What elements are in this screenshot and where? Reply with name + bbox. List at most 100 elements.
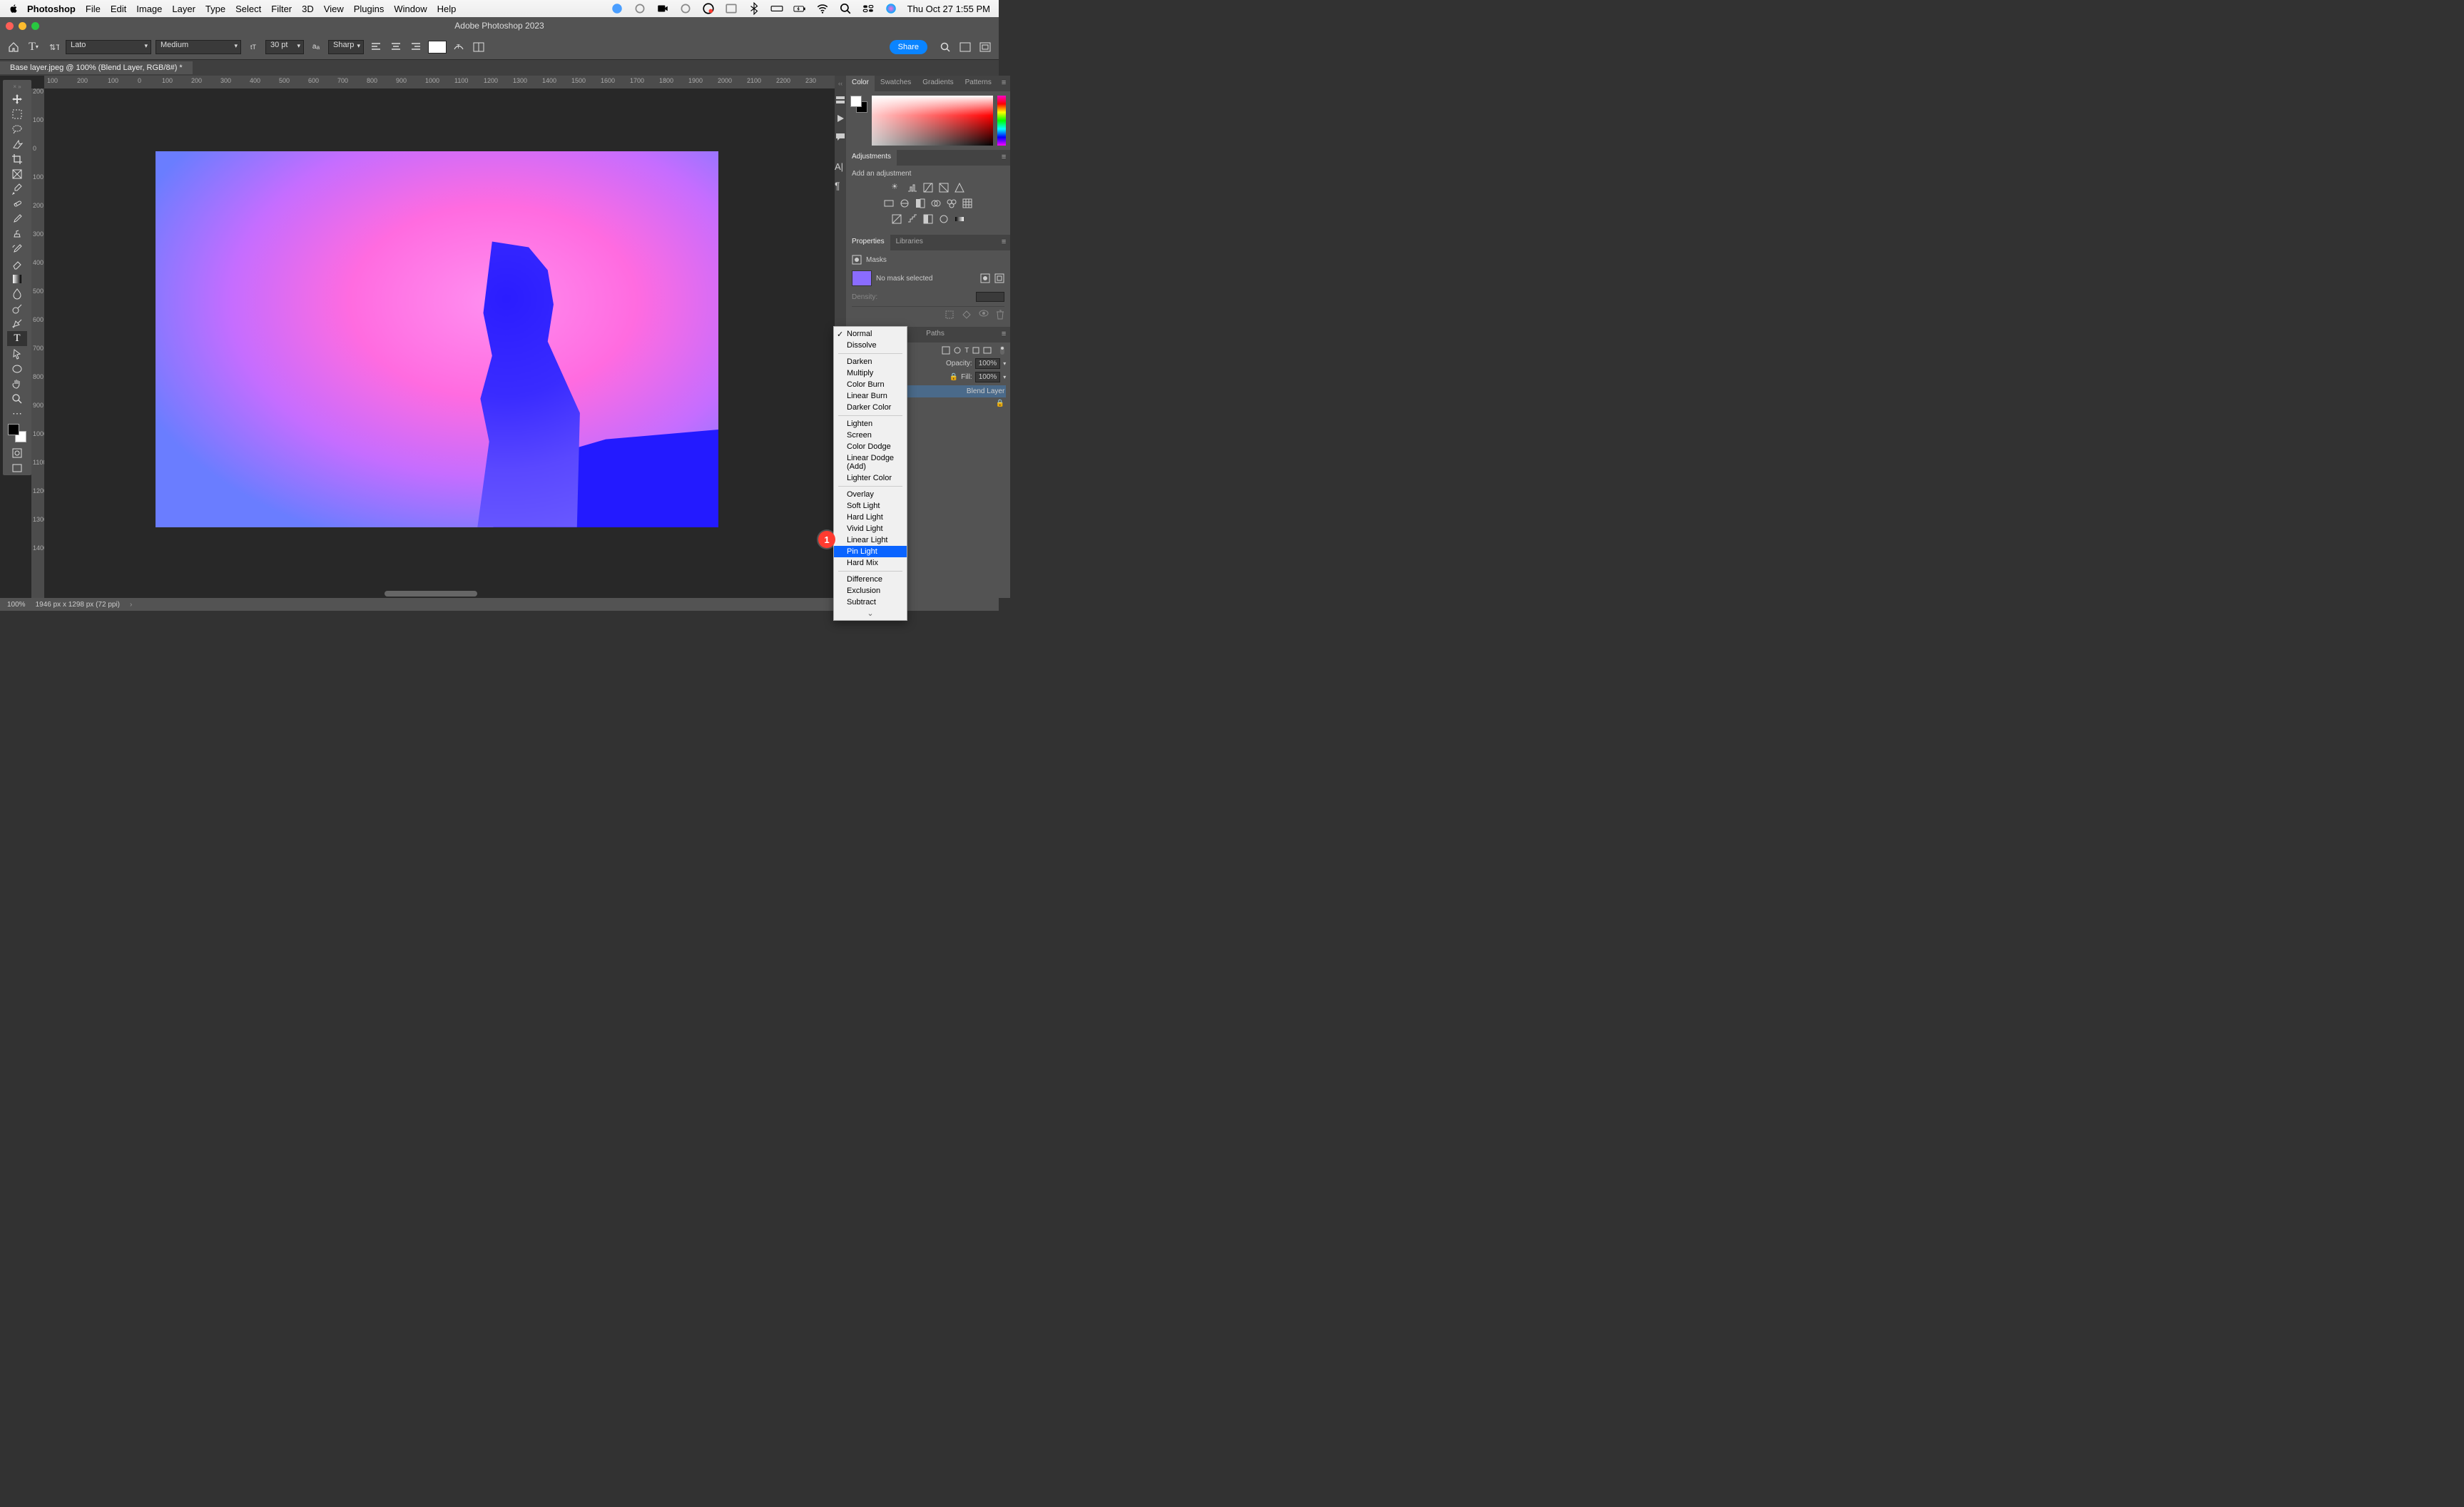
blend-mode-option[interactable]: Screen [834,430,907,441]
hue-sat-adj-icon[interactable] [883,198,895,209]
filter-type-icon[interactable]: T [964,347,969,355]
blend-mode-option[interactable]: Hard Mix [834,557,907,569]
blend-mode-option[interactable]: Pin Light [834,546,907,557]
blend-mode-option[interactable]: Linear Light [834,534,907,546]
play-panel-icon[interactable] [835,113,846,124]
keyboard-icon[interactable] [770,2,783,15]
menu-view[interactable]: View [324,4,344,14]
density-field[interactable] [976,292,1004,302]
blend-mode-dropdown[interactable]: Normal Dissolve Darken Multiply Color Bu… [833,326,907,621]
eyedropper-tool-icon[interactable] [7,181,27,196]
align-center-icon[interactable] [388,39,404,55]
eraser-tool-icon[interactable] [7,256,27,271]
blend-mode-option[interactable]: Lighter Color [834,472,907,484]
menu-layer[interactable]: Layer [172,4,195,14]
share-button[interactable]: Share [890,40,927,54]
status-flyout-icon[interactable]: › [130,601,132,609]
brightness-adj-icon[interactable]: ☀ [891,182,902,193]
color-lookup-adj-icon[interactable] [962,198,973,209]
app-name[interactable]: Photoshop [27,4,76,14]
canvas[interactable] [44,88,835,598]
color-field[interactable] [872,96,993,146]
brush-tool-icon[interactable] [7,211,27,226]
moon-icon[interactable] [679,2,692,15]
character-panel-icon[interactable] [471,39,487,55]
fill-field[interactable]: 100% [975,372,1001,382]
align-right-icon[interactable] [408,39,424,55]
document-image[interactable] [156,151,718,527]
lock-transparent-icon[interactable]: 🔒 [950,373,958,381]
marquee-tool-icon[interactable] [7,106,27,121]
blend-mode-option[interactable]: Linear Burn [834,390,907,402]
screen-mode-icon[interactable] [7,460,27,475]
clock[interactable]: Thu Oct 27 1:55 PM [907,4,990,14]
video-icon[interactable] [656,2,669,15]
posterize-adj-icon[interactable] [907,213,918,225]
color-balance-adj-icon[interactable] [899,198,910,209]
pen-tool-icon[interactable] [7,316,27,331]
menu-select[interactable]: Select [235,4,261,14]
search-ps-icon[interactable] [937,39,953,55]
shape-tool-icon[interactable] [7,361,27,376]
vibrance-adj-icon[interactable] [954,182,965,193]
tab-gradients[interactable]: Gradients [917,76,959,91]
vertical-ruler[interactable]: 200 100 0 100 200 300 400 500 600 700 80… [31,88,44,598]
collapse-chevron-icon[interactable]: ‹‹ [838,80,842,87]
add-pixel-mask-icon[interactable] [980,273,990,283]
lock-icon[interactable]: 🔒 [996,400,1004,407]
brushes-panel-icon[interactable] [835,94,846,106]
align-left-icon[interactable] [368,39,384,55]
character-panel-icon[interactable]: A| [835,161,846,173]
filter-adjustment-icon[interactable] [953,346,962,355]
tab-properties[interactable]: Properties [846,235,890,250]
blend-mode-option[interactable]: Overlay [834,489,907,500]
panel-grip-icon[interactable]: × » [3,83,31,90]
menu-type[interactable]: Type [205,4,225,14]
dodge-tool-icon[interactable] [7,301,27,316]
paragraph-panel-icon[interactable]: ¶ [835,180,846,191]
selective-color-adj-icon[interactable] [938,213,950,225]
type-tool-icon[interactable]: T [7,331,27,346]
bw-adj-icon[interactable] [915,198,926,209]
font-size-dropdown[interactable]: 30 pt [265,40,304,54]
search-icon[interactable] [839,2,852,15]
horizontal-scrollbar[interactable] [385,591,477,597]
menu-image[interactable]: Image [136,4,162,14]
blend-mode-option[interactable]: Subtract [834,597,907,608]
home-icon[interactable] [6,39,21,55]
filter-shape-icon[interactable] [972,346,980,355]
menu-file[interactable]: File [86,4,101,14]
hand-tool-icon[interactable] [7,376,27,391]
close-window-icon[interactable] [6,22,14,30]
warp-text-icon[interactable]: T [451,39,467,55]
blend-mode-option[interactable]: Multiply [834,367,907,379]
delete-mask-icon[interactable] [996,310,1004,320]
menu-filter[interactable]: Filter [271,4,292,14]
invert-adj-icon[interactable] [891,213,902,225]
filter-smart-icon[interactable] [983,346,992,355]
text-color-swatch[interactable] [428,41,447,54]
frame-tool-icon[interactable] [7,166,27,181]
mask-from-selection-icon[interactable] [945,310,954,320]
document-tab[interactable]: Base layer.jpeg @ 100% (Blend Layer, RGB… [0,61,193,74]
curves-adj-icon[interactable] [922,182,934,193]
blend-mode-option[interactable]: Exclusion [834,585,907,597]
elephant-icon[interactable] [611,2,623,15]
clone-stamp-tool-icon[interactable] [7,226,27,241]
menu-3d[interactable]: 3D [302,4,314,14]
crop-tool-icon[interactable] [7,151,27,166]
layer-name[interactable]: Blend Layer [967,387,1004,395]
photo-filter-adj-icon[interactable] [930,198,942,209]
minimize-window-icon[interactable] [19,22,26,30]
tab-color[interactable]: Color [846,76,875,91]
gradient-map-adj-icon[interactable] [954,213,965,225]
frame-icon[interactable] [977,39,993,55]
channel-mixer-adj-icon[interactable] [946,198,957,209]
record-icon[interactable] [702,2,715,15]
blend-mode-option[interactable]: Difference [834,574,907,585]
move-tool-icon[interactable] [7,91,27,106]
exposure-adj-icon[interactable] [938,182,950,193]
disable-mask-icon[interactable] [979,310,989,320]
panel-menu-icon[interactable]: ≡ [997,76,1010,91]
blend-mode-option[interactable]: Dissolve [834,340,907,351]
